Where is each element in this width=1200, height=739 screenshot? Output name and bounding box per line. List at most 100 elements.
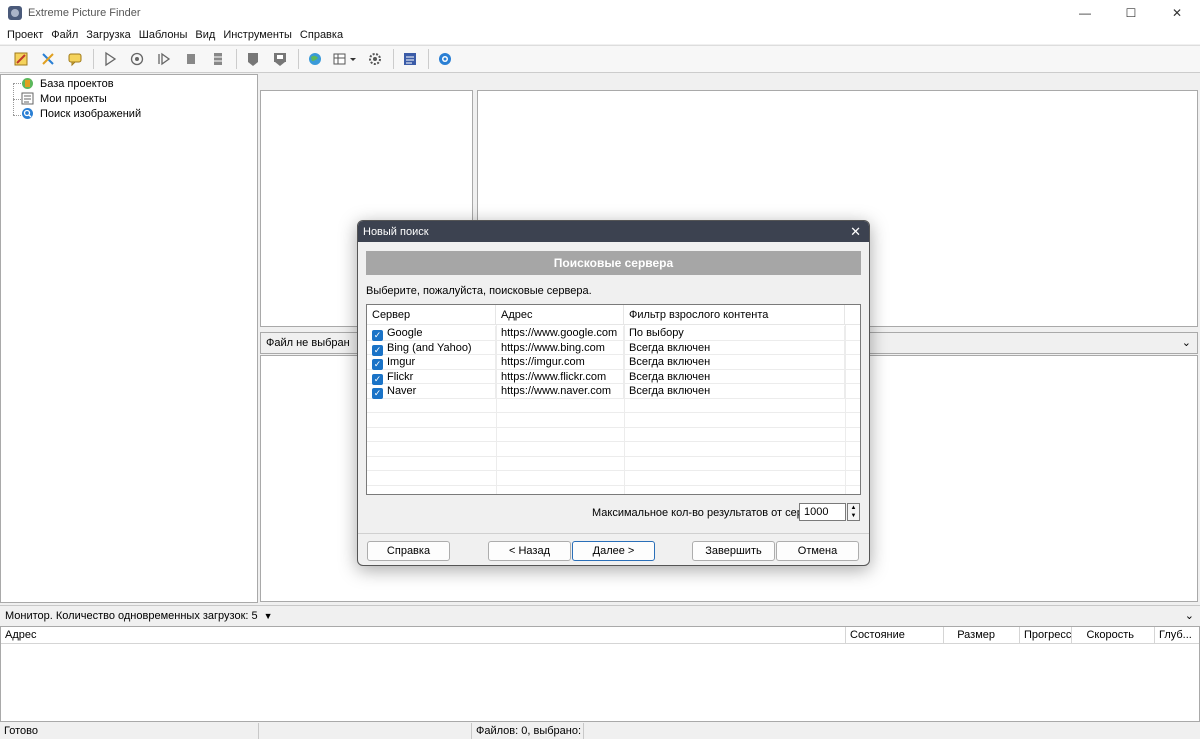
server-filter: Всегда включен [624,384,845,399]
tree-item-my-projects[interactable]: Мои проекты [21,91,107,106]
status-bar: Готово Файлов: 0, выбрано: 0 [0,723,1200,739]
spin-up-icon[interactable]: ▲ [848,504,859,512]
checkbox-naver[interactable]: ✓ [372,388,383,399]
column-speed[interactable]: Скорость [1072,627,1155,644]
menu-help[interactable]: Справка [296,29,347,41]
table-row[interactable]: ✓ Flickr https://www.flickr.com Всегда вк… [367,369,860,385]
toolbar-separator [236,49,237,69]
checkbox-bing[interactable]: ✓ [372,344,383,356]
column-server[interactable]: Сервер [367,305,496,325]
help-button[interactable]: Справка [367,541,450,561]
menu-project[interactable]: Проект [3,29,47,41]
status-cell-empty [259,723,472,739]
window-controls: — ☐ ✕ [1062,0,1200,26]
menu-bar: Проект Файл Загрузка Шаблоны Вид Инструм… [0,26,1200,44]
tree-item-image-search[interactable]: Поиск изображений [21,106,141,121]
tree-line [13,99,21,100]
title-bar: Extreme Picture Finder — ☐ ✕ [0,0,1200,26]
spin-down-icon[interactable]: ▼ [848,512,859,520]
server-filter: Всегда включен [624,369,845,384]
tree-item-label: Поиск изображений [40,107,142,120]
column-depth[interactable]: Глуб... [1155,627,1200,644]
file-status-label: Файл не выбран [266,337,350,349]
max-results-label: Максимальное кол-во результатов от серве… [592,507,827,519]
menu-file[interactable]: Файл [47,29,82,41]
column-size[interactable]: Размер [944,627,1020,644]
stop-icon[interactable] [180,48,202,70]
empty-row [367,428,860,442]
dialog-banner: Поисковые сервера [366,251,861,275]
table-row[interactable]: ✓ Google https://www.google.com По выбору [367,326,860,341]
close-icon[interactable]: ✕ [850,224,861,240]
server-table: Сервер Адрес Фильтр взрослого контента ✓… [366,304,861,495]
panel-header [260,74,1198,90]
step-icon[interactable] [153,48,175,70]
tree-item-label: Мои проекты [40,92,107,105]
gear-icon[interactable] [364,48,386,70]
globe-icon[interactable] [304,48,326,70]
tree-item-project-database[interactable]: База проектов [21,76,114,91]
checkbox-flickr[interactable]: ✓ [372,373,383,385]
column-state[interactable]: Состояние [846,627,944,644]
maximize-button[interactable]: ☐ [1108,0,1154,26]
tools-icon[interactable] [37,48,59,70]
download-monitor-table: Адрес Состояние Размер Прогресс Скорость… [0,626,1200,722]
comment-icon[interactable] [64,48,86,70]
menu-tools[interactable]: Инструменты [219,29,296,41]
monitor-label: Монитор. Количество одновременных загруз… [5,609,258,622]
server-name: Imgur [387,356,416,368]
checkbox-google[interactable]: ✓ [372,330,383,341]
stack-icon[interactable] [207,48,229,70]
menu-download[interactable]: Загрузка [82,29,134,41]
column-address[interactable]: Адрес [1,627,846,644]
template2-icon[interactable] [269,48,291,70]
max-results-spinner[interactable]: ▲ ▼ [847,503,860,521]
cancel-button[interactable]: Отмена [776,541,859,561]
empty-row [367,399,860,413]
server-name: Bing (and Yahoo) [387,341,472,354]
empty-row [367,471,860,486]
tree-item-label: База проектов [40,77,114,90]
table-row[interactable]: ✓ Naver https://www.naver.com Всегда вклю… [367,384,860,399]
dialog-separator [358,533,869,534]
empty-row [367,413,860,428]
table-row[interactable]: ✓ Bing (and Yahoo) https://www.bing.com В… [367,340,860,356]
column-progress[interactable]: Прогресс [1020,627,1072,644]
column-address[interactable]: Адрес [496,305,624,325]
toolbar-separator [393,49,394,69]
toolbar [0,45,1200,73]
template-icon[interactable] [242,48,264,70]
tree-line [13,115,21,116]
monitor-bar[interactable]: Монитор. Количество одновременных загруз… [0,605,1200,625]
toolbar-separator [298,49,299,69]
dropdown-arrow-icon[interactable]: ▼ [264,611,273,621]
empty-row [367,442,860,457]
menu-templates[interactable]: Шаблоны [135,29,192,41]
server-filter: Всегда включен [624,355,845,370]
checkbox-imgur[interactable]: ✓ [372,359,383,370]
target-icon[interactable] [126,48,148,70]
grid-icon[interactable] [331,48,359,70]
chevron-down-icon[interactable]: ⌄ [1182,336,1191,349]
new-search-dialog: Новый поиск ✕ Поисковые сервера Выберите… [357,220,870,566]
projects-icon [21,92,34,105]
edit-icon[interactable] [10,48,32,70]
server-address: https://www.bing.com [496,340,624,355]
chevron-down-icon[interactable]: ⌄ [1185,609,1194,622]
minimize-button[interactable]: — [1062,0,1108,26]
app-logo-icon [8,6,22,20]
back-button[interactable]: < Назад [488,541,571,561]
max-results-input[interactable]: 1000 [799,503,846,521]
menu-view[interactable]: Вид [191,29,219,41]
dialog-instruction: Выберите, пожалуйста, поисковые сервера. [366,285,592,297]
next-button[interactable]: Далее > [572,541,655,561]
help-icon[interactable] [434,48,456,70]
close-button[interactable]: ✕ [1154,0,1200,26]
play-icon[interactable] [99,48,121,70]
table-row[interactable]: ✓ Imgur https://imgur.com Всегда включен [367,355,860,370]
column-adult-filter[interactable]: Фильтр взрослого контента [624,305,845,325]
dialog-title: Новый поиск [363,225,429,238]
finish-button[interactable]: Завершить [692,541,775,561]
monitor-icon[interactable] [399,48,421,70]
server-name: Flickr [387,370,414,383]
